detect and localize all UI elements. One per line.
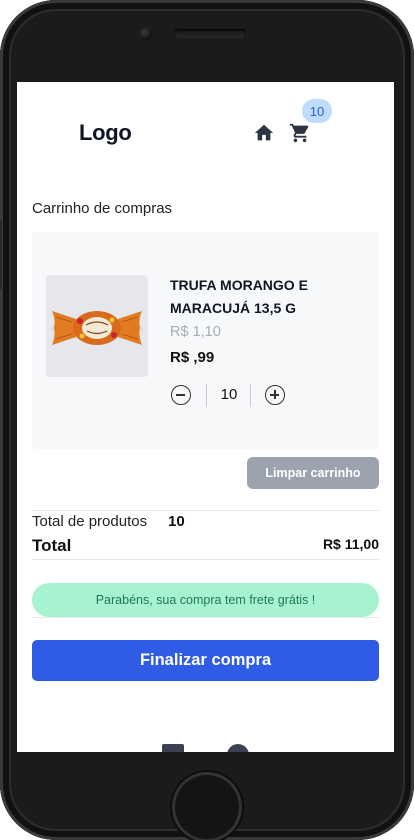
- cart-icon[interactable]: [289, 122, 311, 144]
- front-camera: [139, 27, 152, 40]
- app-screen: Logo 10 Carrinho de compras TRUFA MORANG…: [17, 82, 394, 752]
- earpiece-speaker: [174, 29, 246, 38]
- total-label: Total: [32, 536, 72, 555]
- divider: [32, 617, 379, 618]
- product-price: R$ ,99: [170, 349, 215, 366]
- product-image: [46, 275, 148, 377]
- quantity-value: 10: [220, 386, 238, 403]
- quantity-divider: [206, 384, 207, 407]
- product-name: TRUFA MORANGO E MARACUJÁ 13,5 G: [170, 277, 308, 316]
- divider: [32, 510, 379, 511]
- clear-cart-button[interactable]: Limpar carrinho: [247, 457, 379, 489]
- free-shipping-notice: Parabéns, sua compra tem frete grátis !: [32, 583, 379, 617]
- total-value: R$ 11,00: [322, 536, 379, 552]
- increase-quantity-button[interactable]: [265, 385, 285, 405]
- divider: [32, 559, 379, 560]
- cart-item: TRUFA MORANGO E MARACUJÁ 13,5 G R$ 1,10 …: [32, 232, 379, 449]
- cart-count-badge: 10: [302, 99, 332, 123]
- product-old-price: R$ 1,10: [170, 324, 221, 340]
- total-products-value: 10: [168, 513, 185, 530]
- total-products-label: Total de produtos: [32, 513, 148, 530]
- home-icon[interactable]: [253, 122, 275, 144]
- phone-home-button[interactable]: [172, 772, 242, 840]
- page-title: Carrinho de compras: [32, 200, 173, 217]
- footer-mail-icon[interactable]: [227, 744, 249, 752]
- phone-frame: Logo 10 Carrinho de compras TRUFA MORANG…: [0, 0, 414, 840]
- logo[interactable]: Logo: [79, 120, 132, 146]
- decrease-quantity-button[interactable]: [171, 385, 191, 405]
- footer-image-icon[interactable]: [162, 744, 184, 752]
- quantity-divider: [250, 384, 251, 407]
- checkout-button[interactable]: Finalizar compra: [32, 640, 379, 681]
